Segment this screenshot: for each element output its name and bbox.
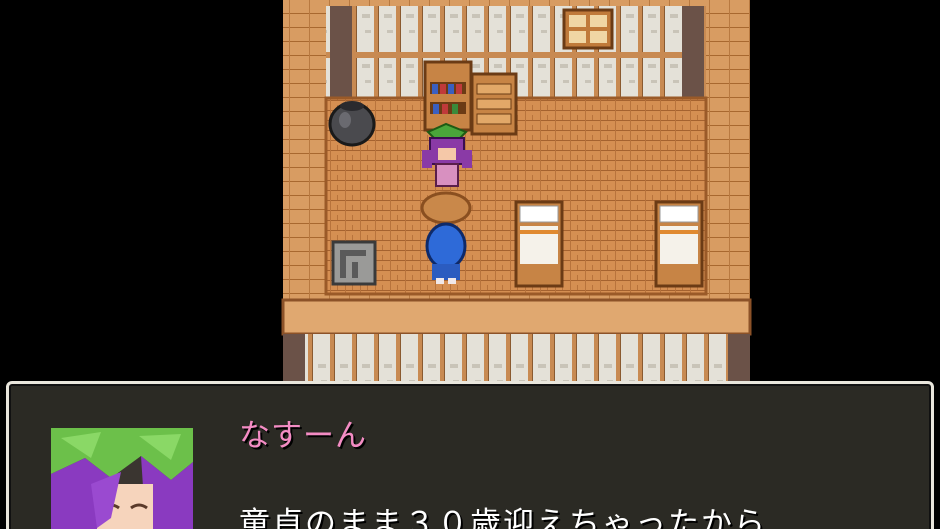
round-rug [420,191,472,225]
speaker-portrait [51,428,193,529]
player-sprite [425,222,467,284]
clay-pot [328,101,376,147]
stairs-down [331,240,377,286]
front-right-post [728,334,750,381]
bed-1 [514,200,564,288]
right-post [682,6,704,100]
left-post [330,6,352,100]
back-wall-beam [326,52,706,58]
wall-bottom-beam [281,298,752,336]
front-wall-railing [300,334,740,381]
game-screen: なすーん 童貞のまま３０歳迎えちゃったから [0,0,940,529]
dialog-box[interactable]: なすーん 童貞のまま３０歳迎えちゃったから [6,381,934,529]
window [562,8,614,50]
dialog-message-line-1: 童貞のまま３０歳迎えちゃったから [239,506,767,529]
bed-2 [654,200,704,288]
front-left-post [283,334,305,381]
chest-of-drawers [470,72,518,136]
speaker-name: なすーん [239,418,367,454]
bookshelf [423,60,473,132]
